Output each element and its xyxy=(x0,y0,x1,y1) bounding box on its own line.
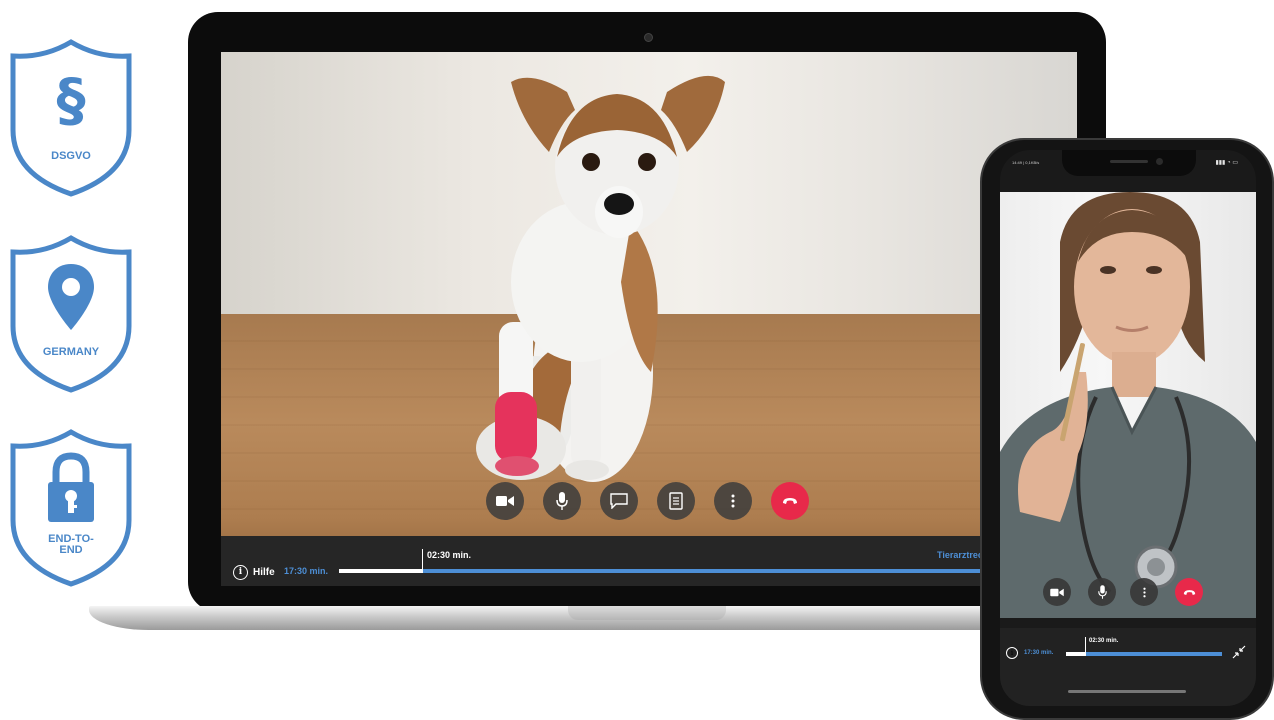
video-toggle-button[interactable] xyxy=(1043,578,1071,606)
partner-label: Tierarztreo xyxy=(937,550,984,560)
microphone-button[interactable] xyxy=(543,482,581,520)
progress-track xyxy=(339,569,1077,573)
end-call-button[interactable] xyxy=(1175,578,1203,606)
more-options-icon xyxy=(731,494,735,508)
patient-dog-video xyxy=(476,75,725,482)
laptop-webcam xyxy=(644,33,653,42)
badge-label: DSGVO xyxy=(51,150,91,162)
wifi-icon: ◔ xyxy=(1227,160,1231,166)
badge-label: END-TO- END xyxy=(48,533,94,556)
end-to-end-badge: END-TO- END xyxy=(8,428,134,588)
progress-marker xyxy=(422,549,423,571)
progress-fill xyxy=(1066,652,1086,656)
veterinarian-video xyxy=(1000,192,1256,618)
video-camera-icon xyxy=(1050,588,1064,596)
germany-badge: GERMANY xyxy=(8,234,134,394)
call-progress-bar: i Hilfe 17:30 min. 02:30 min. Tierarztre… xyxy=(221,536,1077,586)
help-link[interactable]: i Hilfe xyxy=(233,565,275,580)
shield-icon xyxy=(10,235,132,393)
more-options-button[interactable] xyxy=(714,482,752,520)
chat-button[interactable] xyxy=(600,482,638,520)
phone-speaker xyxy=(1110,160,1148,163)
status-time: 14:49 | 0,1KB/s xyxy=(1012,160,1040,165)
phone-notch xyxy=(1062,150,1196,176)
progress-track xyxy=(1066,652,1222,656)
info-icon[interactable]: i xyxy=(1006,647,1018,659)
video-camera-icon xyxy=(496,496,514,506)
end-call-icon xyxy=(1183,589,1195,595)
battery-icon: ▭ xyxy=(1232,160,1238,166)
laptop-opening-notch xyxy=(568,606,726,620)
phone-video-call: 14:49 | 0,1KB/s ▮▮▮ ◔ ▭ i 17:30 min. 02:… xyxy=(1000,150,1256,706)
call-progress-bar: i 17:30 min. 02:30 min. xyxy=(1000,628,1256,706)
total-time: 17:30 min. xyxy=(284,566,329,576)
more-options-icon xyxy=(1142,587,1146,597)
progress-fill xyxy=(339,569,423,573)
end-call-button[interactable] xyxy=(771,482,809,520)
elapsed-time: 02:30 min. xyxy=(427,550,472,560)
more-options-button[interactable] xyxy=(1130,578,1158,606)
status-icons: ▮▮▮ ◔ ▭ xyxy=(1215,159,1238,166)
document-icon xyxy=(669,492,683,510)
badge-label: GERMANY xyxy=(42,346,100,358)
video-toggle-button[interactable] xyxy=(486,482,524,520)
paragraph-icon: § xyxy=(56,66,86,134)
microphone-button[interactable] xyxy=(1088,578,1116,606)
total-time: 17:30 min. xyxy=(1024,650,1054,656)
progress-marker xyxy=(1085,637,1086,654)
veterinarian-image xyxy=(1000,192,1256,618)
phone-camera xyxy=(1156,158,1163,165)
help-label: Hilfe xyxy=(253,567,275,578)
laptop-video-call: i Hilfe 17:30 min. 02:30 min. Tierarztre… xyxy=(221,52,1077,586)
end-call-icon xyxy=(783,498,797,504)
elapsed-time: 02:30 min. xyxy=(1089,638,1119,644)
dsgvo-badge: § DSGVO xyxy=(8,38,134,198)
shield-icon xyxy=(10,429,132,587)
documents-button[interactable] xyxy=(657,482,695,520)
home-indicator[interactable] xyxy=(1068,690,1186,693)
microphone-icon xyxy=(556,492,568,510)
signal-icon: ▮▮▮ xyxy=(1215,160,1226,166)
info-icon: i xyxy=(233,565,248,580)
microphone-icon xyxy=(1097,585,1107,599)
collapse-icon[interactable] xyxy=(1232,645,1246,659)
chat-icon xyxy=(610,493,628,509)
